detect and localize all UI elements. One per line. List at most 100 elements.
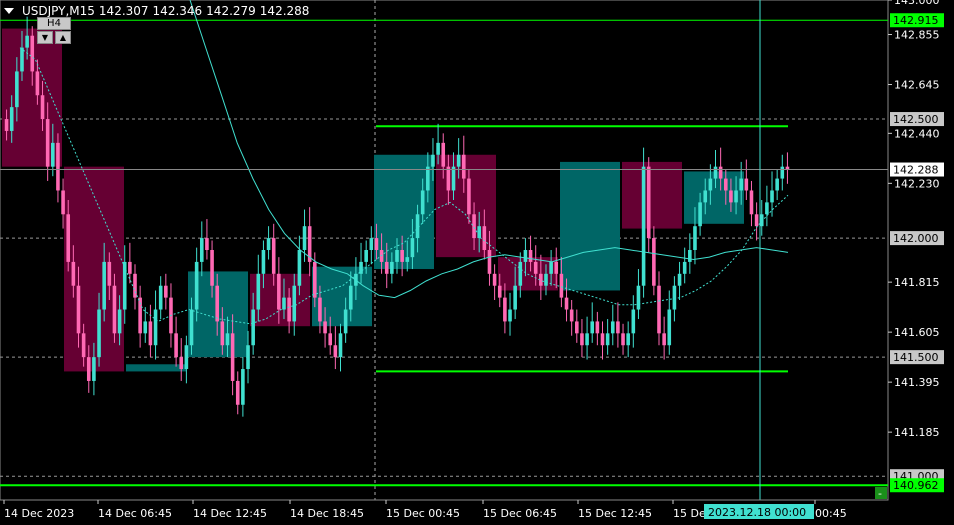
candle-body <box>194 261 199 310</box>
candle-body <box>585 333 589 346</box>
price-tick-label: 143.000 <box>894 0 940 7</box>
candle-body <box>256 273 261 310</box>
candle-body <box>723 178 728 191</box>
candle-body <box>708 178 713 191</box>
candle-body <box>754 214 759 227</box>
time-tick-label: 14 Dec 2023 <box>4 507 74 520</box>
time-tick-label: 00:45 <box>815 507 847 520</box>
candle-body <box>749 190 754 215</box>
candle-body <box>503 297 507 322</box>
candle-body <box>610 321 615 334</box>
candle-body <box>682 261 687 274</box>
candle-body <box>122 261 127 310</box>
candle-body <box>580 333 584 346</box>
candle-body <box>616 321 620 334</box>
candle-body <box>97 309 101 358</box>
price-tick-label: 141.815 <box>894 276 940 289</box>
candle-body <box>292 285 297 322</box>
candle-body <box>595 321 600 334</box>
candle-body <box>626 333 630 346</box>
candle-body <box>600 333 605 346</box>
candle-body <box>92 357 96 381</box>
candle-body <box>482 226 487 250</box>
close-value: 142.288 <box>259 4 310 18</box>
candle-body <box>220 321 225 346</box>
h4-box <box>126 364 186 372</box>
timeframe-down-button[interactable]: ▼ <box>37 31 53 44</box>
candle-body <box>71 261 76 286</box>
candle-body <box>15 71 19 108</box>
candle-body <box>148 321 153 346</box>
price-level-label: 142.915 <box>893 14 939 27</box>
candle-body <box>390 261 394 274</box>
candle-body <box>230 333 235 381</box>
time-tick-label: 14 Dec 06:45 <box>98 507 172 520</box>
candle-body <box>431 154 435 167</box>
candle-body <box>343 309 348 334</box>
timeframe-up-button[interactable]: ▲ <box>55 31 71 44</box>
candle-body <box>492 273 497 286</box>
candle-body <box>395 250 399 262</box>
candle-body <box>765 202 769 215</box>
candle-body <box>554 261 559 274</box>
candle-body <box>364 250 368 262</box>
price-level-label: 142.000 <box>893 232 939 245</box>
candle-body <box>81 333 86 358</box>
low-value: 142.279 <box>206 4 256 18</box>
candle-body <box>775 178 779 191</box>
candle-body <box>677 273 682 286</box>
candle-body <box>20 47 24 72</box>
candle-body <box>744 178 749 191</box>
chart-header: USDJPY,M15 142.307 142.346 142.279 142.2… <box>4 4 309 18</box>
menu-triangle-icon[interactable] <box>4 8 14 14</box>
candle-body <box>667 309 672 346</box>
price-tick-label: 141.605 <box>894 326 940 339</box>
candle-body <box>241 369 245 405</box>
candle-body <box>662 333 666 346</box>
candle-body <box>426 166 430 191</box>
candle-body <box>564 297 569 310</box>
candle-body <box>30 35 35 72</box>
price-chart[interactable]: 143.000 142.855 142.645 142.440 142.230 141.8… <box>0 0 954 525</box>
candle-body <box>189 309 194 346</box>
candle-body <box>400 250 404 262</box>
high-value: 142.346 <box>152 4 203 18</box>
candle-body <box>436 142 440 155</box>
candle-body <box>164 285 168 298</box>
timeframe-panel: H4 ▼ ▲ <box>37 17 71 44</box>
price-level-label: 142.288 <box>893 164 939 177</box>
candle-body <box>513 285 517 310</box>
candle-body <box>657 285 661 334</box>
candle-body <box>246 345 250 370</box>
candle-body <box>133 273 137 298</box>
candle-body <box>713 166 718 179</box>
candle-body <box>35 71 40 96</box>
candle-body <box>338 333 343 358</box>
price-tick-label: 142.440 <box>894 127 940 140</box>
price-level-label: 140.962 <box>893 479 939 492</box>
candle-body <box>477 226 481 239</box>
h4-box <box>560 161 620 291</box>
candle-body <box>153 309 158 346</box>
candle-body <box>179 357 184 370</box>
candle-body <box>174 333 178 358</box>
time-tick-label: 14 Dec 18:45 <box>290 507 364 520</box>
price-tick-label: 141.395 <box>894 376 940 389</box>
candle-body <box>369 238 374 250</box>
candle-body <box>40 95 45 120</box>
candle-body <box>652 238 656 286</box>
candle-body <box>549 261 553 274</box>
candle-body <box>328 333 333 346</box>
candle-body <box>410 238 415 258</box>
time-tick-label: 15 Dec 12:45 <box>578 507 652 520</box>
candle-body <box>590 321 595 334</box>
candle-body <box>528 250 533 262</box>
candle-body <box>446 166 451 191</box>
candle-body <box>251 309 255 346</box>
candle-body <box>9 107 14 131</box>
candle-body <box>61 190 65 215</box>
candle-body <box>25 35 29 48</box>
candle-body <box>698 202 702 227</box>
candle-body <box>4 119 9 131</box>
timeframe-button[interactable]: H4 <box>37 17 71 30</box>
